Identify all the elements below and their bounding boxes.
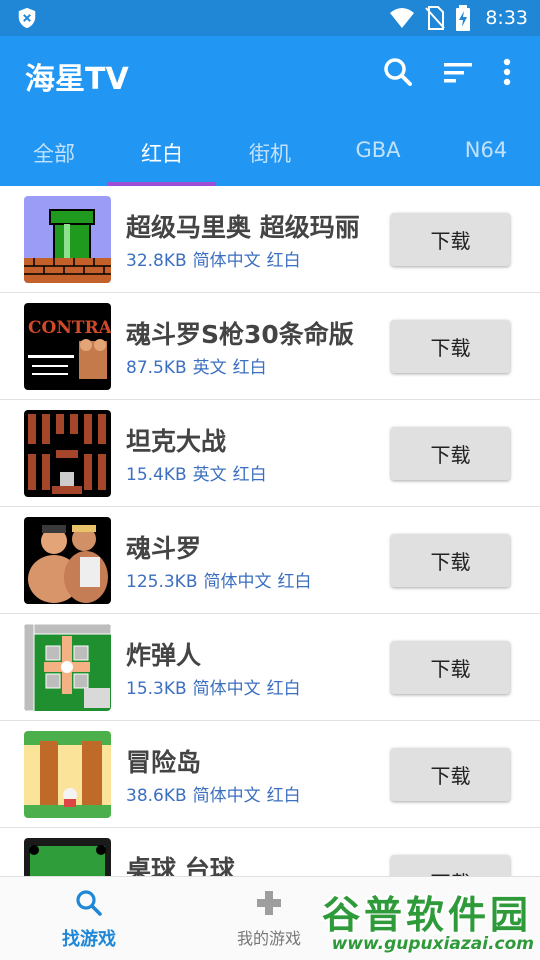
game-language: 简体中文	[192, 786, 261, 806]
contra-title-icon: CONTRA	[24, 303, 111, 390]
wifi-icon	[390, 8, 415, 28]
game-row[interactable]: 超级马里奥 超级玛丽 32.8KB 简体中文 红白 下载	[0, 186, 540, 293]
nav-label: 找游戏	[62, 929, 116, 950]
status-icons: 8:33	[389, 0, 528, 36]
bomberman-icon	[24, 624, 111, 711]
download-button[interactable]: 下载	[391, 748, 510, 801]
game-platform: 红白	[266, 679, 301, 699]
game-language: 简体中文	[203, 572, 272, 592]
tab-gba[interactable]: GBA	[324, 130, 432, 186]
download-button[interactable]: 下载	[391, 213, 510, 266]
more-vert-icon[interactable]	[489, 54, 525, 90]
battery-charging-icon	[456, 5, 471, 31]
sort-icon[interactable]	[440, 54, 476, 90]
game-meta: 15.3KB 简体中文 红白	[126, 674, 307, 699]
game-meta: 32.8KB 简体中文 红白	[126, 246, 307, 271]
game-size: 15.3KB	[126, 679, 187, 699]
game-list[interactable]: 超级马里奥 超级玛丽 32.8KB 简体中文 红白 下载 CONTRA 魂斗罗S枪3…	[0, 186, 540, 876]
watermark-logo: 谷普软件园 www.gupuxiazai.com	[296, 884, 540, 960]
game-meta: 125.3KB 简体中文 红白	[126, 567, 317, 592]
watermark-title: 谷普软件园	[321, 893, 532, 937]
app-title: 海星TV	[25, 62, 129, 97]
game-language: 英文	[192, 465, 227, 485]
game-name: 炸弹人	[126, 641, 202, 670]
adventure-island-icon	[24, 731, 111, 818]
game-row[interactable]: 冒险岛 38.6KB 简体中文 红白 下载	[0, 721, 540, 828]
game-row[interactable]: CONTRA 魂斗罗S枪30条命版 87.5KB 英文 红白 下载	[0, 293, 540, 400]
game-meta: 38.6KB 简体中文 红白	[126, 781, 307, 806]
search-icon[interactable]	[380, 54, 416, 90]
game-row[interactable]: 炸弹人 15.3KB 简体中文 红白 下载	[0, 614, 540, 721]
tab-nes[interactable]: 红白	[108, 130, 216, 186]
tab-all[interactable]: 全部	[0, 130, 108, 186]
game-platform: 红白	[232, 358, 267, 378]
tank-icon	[24, 410, 111, 497]
mario-icon	[24, 196, 111, 283]
download-button[interactable]: 下载	[391, 320, 510, 373]
game-name: 桌球 台球	[126, 855, 235, 876]
download-button[interactable]: 下载	[391, 641, 510, 694]
game-name: 魂斗罗	[126, 534, 202, 563]
game-platform: 红白	[266, 251, 301, 271]
gamepad-icon	[257, 891, 281, 915]
game-language: 简体中文	[192, 251, 261, 271]
game-platform: 红白	[232, 465, 267, 485]
game-name: 超级马里奥 超级玛丽	[126, 213, 360, 242]
game-row[interactable]: 坦克大战 15.4KB 英文 红白 下载	[0, 400, 540, 507]
game-size: 32.8KB	[126, 251, 187, 271]
download-button[interactable]: 下载	[391, 855, 510, 876]
download-button[interactable]: 下载	[391, 427, 510, 480]
nav-label: 我的游戏	[236, 929, 301, 948]
game-row[interactable]: 桌球 台球 下载	[0, 828, 540, 876]
shield-x-icon	[18, 7, 36, 29]
nav-find-games[interactable]: 找游戏	[34, 877, 144, 960]
svg-text:CONTRA: CONTRA	[28, 318, 111, 338]
search-icon	[76, 890, 102, 916]
watermark-url: www.gupuxiazai.com	[331, 934, 534, 954]
billiards-icon	[24, 838, 111, 876]
game-meta: 87.5KB 英文 红白	[126, 353, 273, 378]
tab-bar: 全部 红白 街机 GBA N64	[0, 130, 540, 186]
tab-n64[interactable]: N64	[432, 130, 540, 186]
no-sim-icon	[425, 6, 446, 30]
game-platform: 红白	[277, 572, 312, 592]
game-size: 125.3KB	[126, 572, 198, 592]
game-row[interactable]: 魂斗罗 125.3KB 简体中文 红白 下载	[0, 507, 540, 614]
game-size: 87.5KB	[126, 358, 187, 378]
app-bar: 海星TV 全部 红白 街机 GBA N64	[0, 36, 540, 186]
game-language: 简体中文	[192, 679, 261, 699]
tab-arcade[interactable]: 街机	[216, 130, 324, 186]
contra-heroes-icon	[24, 517, 111, 604]
game-language: 英文	[192, 358, 227, 378]
game-meta: 15.4KB 英文 红白	[126, 460, 273, 485]
status-time: 8:33	[485, 7, 528, 29]
game-name: 冒险岛	[126, 748, 202, 777]
game-size: 15.4KB	[126, 465, 187, 485]
download-button[interactable]: 下载	[391, 534, 510, 587]
game-size: 38.6KB	[126, 786, 187, 806]
game-platform: 红白	[266, 786, 301, 806]
game-name: 坦克大战	[126, 427, 227, 456]
status-bar: 8:33	[0, 0, 540, 36]
game-name: 魂斗罗S枪30条命版	[126, 320, 354, 349]
